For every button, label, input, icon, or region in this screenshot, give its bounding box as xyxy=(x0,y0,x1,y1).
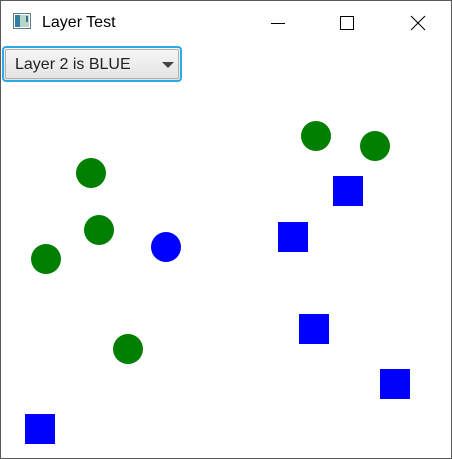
layer-select-value: Layer 2 is BLUE xyxy=(15,56,131,73)
green-circle xyxy=(84,215,114,245)
green-circle xyxy=(113,334,143,364)
blue-circle xyxy=(151,232,181,262)
blue-square xyxy=(278,222,308,252)
blue-square xyxy=(299,314,329,344)
blue-square xyxy=(380,369,410,399)
app-window: Layer Test Layer 2 is BLUE xyxy=(0,0,452,459)
chevron-down-icon[interactable] xyxy=(162,62,174,68)
green-circle xyxy=(76,158,106,188)
blue-square xyxy=(25,414,55,444)
green-circle xyxy=(301,121,331,151)
blue-square xyxy=(333,176,363,206)
layer-select-dropdown[interactable]: Layer 2 is BLUE xyxy=(2,46,182,82)
green-circle xyxy=(31,244,61,274)
green-circle xyxy=(360,131,390,161)
